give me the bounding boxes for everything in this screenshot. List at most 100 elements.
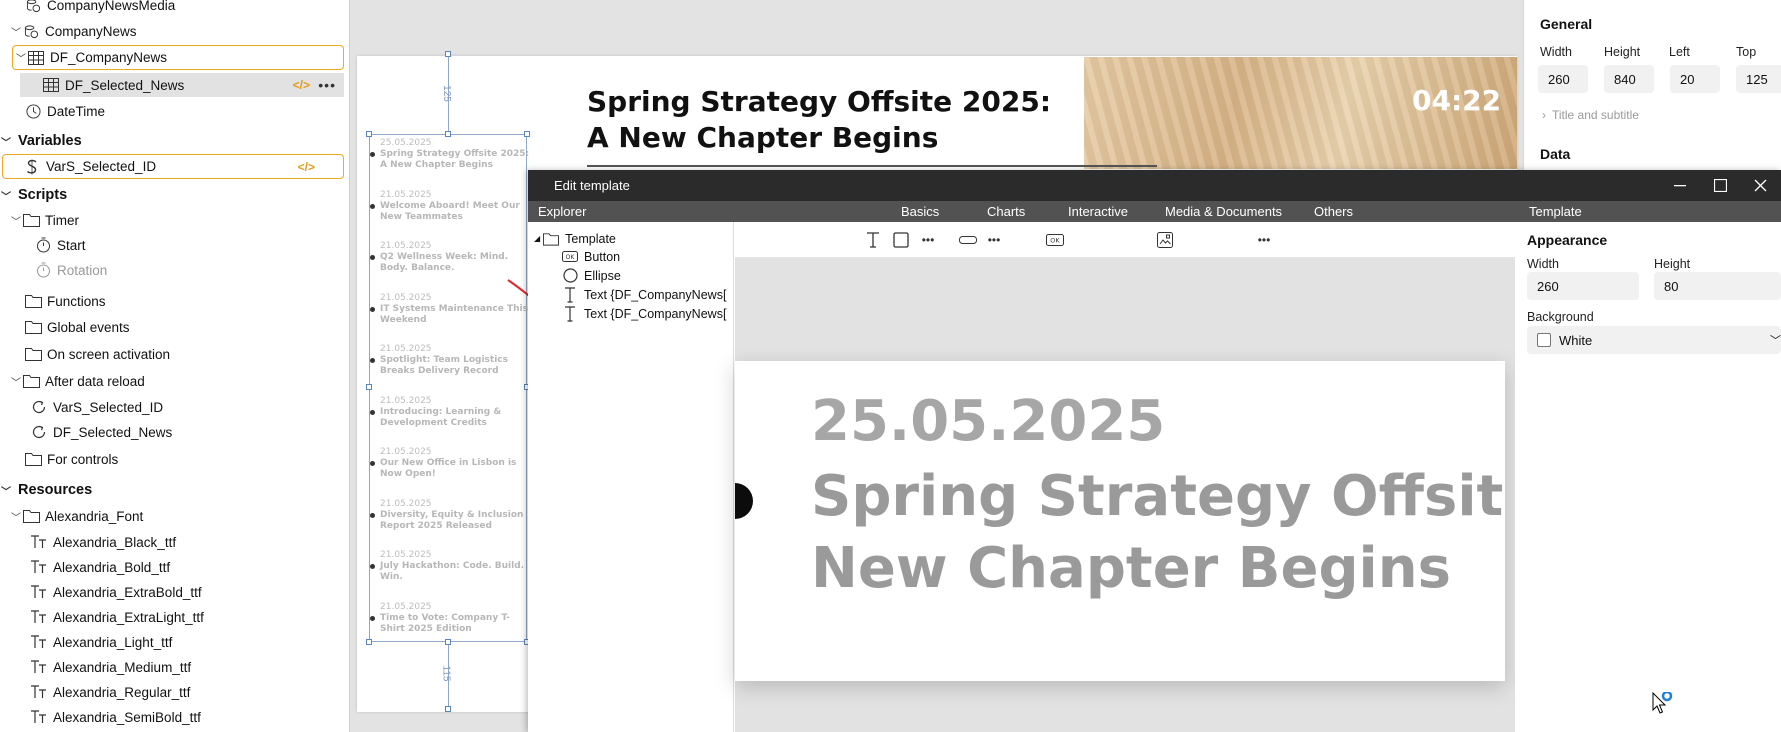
template-title-text[interactable]: Spring Strategy Offsite New Chapter Begi… xyxy=(811,461,1505,605)
tree-item-vars-selected-id[interactable]: VarS_Selected_ID </> xyxy=(2,154,344,179)
left-field[interactable]: 20 xyxy=(1670,65,1720,93)
chevron-down-icon[interactable]: ﹀ xyxy=(10,374,22,389)
news-item[interactable]: 21.05.2025 Spotlight: Team Logistics Brea… xyxy=(380,344,530,377)
tab-charts[interactable]: Charts xyxy=(987,204,1025,219)
tab-template[interactable]: Template xyxy=(1515,201,1781,222)
tree-item-on-screen-activation[interactable]: On screen activation xyxy=(0,342,348,366)
resources-section-header[interactable]: ﹀ Resources xyxy=(0,478,348,502)
news-item[interactable]: 21.05.2025 July Hackathon: Code. Build. W… xyxy=(380,550,530,583)
tree-item-vars-selected-id-script[interactable]: VarS_Selected_ID xyxy=(0,395,348,419)
tree-item-font[interactable]: Alexandria_Black_ttf xyxy=(0,530,348,554)
explorer-template-root[interactable]: ◢ Template xyxy=(534,229,616,248)
clock-text[interactable]: 04:22 xyxy=(1412,84,1501,117)
tree-item-companynewsmedia[interactable]: CompanyNewsMedia xyxy=(0,0,348,17)
chevron-down-icon[interactable]: ﹀ xyxy=(0,134,12,149)
title-subtitle-toggle[interactable]: › Title and subtitle xyxy=(1542,108,1639,122)
code-icon[interactable]: </> xyxy=(298,160,315,174)
news-item[interactable]: 25.05.2025 Spring Strategy Offsite 2025: … xyxy=(380,138,530,171)
tree-item-df-selected-news[interactable]: DF_Selected_News </> ••• xyxy=(20,73,344,97)
template-work-area[interactable]: 25.05.2025 Spring Strategy Offsite New C… xyxy=(735,258,1515,732)
tree-item-label: Alexandria_Black_ttf xyxy=(53,534,177,550)
tab-explorer[interactable]: Explorer xyxy=(538,204,586,219)
text-tool-icon[interactable] xyxy=(864,231,882,249)
chevron-down-icon[interactable]: ﹀ xyxy=(10,509,22,524)
tree-item-df-companynews[interactable]: ﹀ DF_CompanyNews xyxy=(12,45,344,70)
tree-item-font[interactable]: Alexandria_Light_ttf xyxy=(0,630,348,654)
more-charts-icon[interactable]: ••• xyxy=(985,231,1003,249)
code-icon[interactable]: </> xyxy=(293,78,310,92)
tree-item-timer[interactable]: ﹀ Timer xyxy=(0,208,348,232)
minimize-button[interactable] xyxy=(1660,170,1700,201)
chevron-down-icon[interactable]: ﹀ xyxy=(15,50,27,65)
resize-handle[interactable] xyxy=(445,639,451,645)
template-preview[interactable]: 25.05.2025 Spring Strategy Offsite New C… xyxy=(735,361,1505,681)
scripts-section-header[interactable]: ﹀ Scripts xyxy=(0,183,348,207)
resize-handle[interactable] xyxy=(524,131,530,137)
tree-item-datetime[interactable]: DateTime xyxy=(0,99,348,123)
collapse-triangle-icon[interactable]: ◢ xyxy=(534,234,540,243)
tab-others[interactable]: Others xyxy=(1314,204,1353,219)
background-select[interactable]: White ﹀ xyxy=(1527,326,1781,354)
tree-item-after-data-reload[interactable]: ﹀ After data reload xyxy=(0,369,348,393)
dialog-titlebar[interactable]: Edit template xyxy=(528,170,1781,201)
button-tool-icon[interactable]: OK xyxy=(1046,231,1064,249)
tree-item-font[interactable]: Alexandria_ExtraLight_ttf xyxy=(0,605,348,629)
template-height-field[interactable]: 80 xyxy=(1654,272,1781,300)
chart-tool-icon[interactable] xyxy=(959,231,977,249)
news-item[interactable]: 21.05.2025 Our New Office in Lisbon is No… xyxy=(380,447,530,480)
image-tool-icon[interactable] xyxy=(1156,231,1174,249)
rectangle-tool-icon[interactable] xyxy=(892,231,910,249)
news-date: 21.05.2025 xyxy=(380,395,432,406)
tab-basics[interactable]: Basics xyxy=(901,204,939,219)
maximize-button[interactable] xyxy=(1700,170,1740,201)
template-ellipse[interactable] xyxy=(735,483,753,519)
tree-item-functions[interactable]: Functions xyxy=(0,289,348,313)
explorer-item-text-1[interactable]: Text {DF_CompanyNews[ xyxy=(562,285,726,304)
variables-section-header[interactable]: ﹀ Variables xyxy=(0,129,348,153)
chevron-down-icon[interactable]: ﹀ xyxy=(0,188,12,203)
news-item[interactable]: 21.05.2025 Diversity, Equity & Inclusion … xyxy=(380,499,530,532)
top-field[interactable]: 125 xyxy=(1736,65,1781,93)
resize-handle[interactable] xyxy=(366,384,372,390)
resize-handle[interactable] xyxy=(366,639,372,645)
tree-item-font[interactable]: Alexandria_ExtraBold_ttf xyxy=(0,580,348,604)
tree-item-alexandria-font[interactable]: ﹀ Alexandria_Font xyxy=(0,504,348,528)
chevron-down-icon[interactable]: ﹀ xyxy=(10,24,22,39)
more-basics-icon[interactable]: ••• xyxy=(919,231,937,249)
font-icon xyxy=(30,683,48,701)
tab-interactive[interactable]: Interactive xyxy=(1068,204,1128,219)
more-options-icon[interactable]: ••• xyxy=(318,77,336,93)
resize-handle[interactable] xyxy=(445,131,451,137)
tree-item-font[interactable]: Alexandria_Medium_ttf xyxy=(0,655,348,679)
news-item[interactable]: 21.05.2025 Time to Vote: Company T-Shirt … xyxy=(380,602,530,635)
resize-handle[interactable] xyxy=(445,51,451,57)
more-others-icon[interactable]: ••• xyxy=(1255,231,1273,249)
width-field[interactable]: 260 xyxy=(1538,65,1588,93)
tree-item-companynews[interactable]: ﹀ CompanyNews xyxy=(0,19,348,43)
tree-item-font[interactable]: Alexandria_Bold_ttf xyxy=(0,555,348,579)
tree-item-rotation[interactable]: Rotation xyxy=(0,258,348,282)
resize-handle[interactable] xyxy=(366,131,372,137)
news-item[interactable]: 21.05.2025 Introducing: Learning & Develo… xyxy=(380,396,530,429)
tree-item-font[interactable]: Alexandria_SemiBold_ttf xyxy=(0,705,348,729)
template-date-text[interactable]: 25.05.2025 xyxy=(811,389,1165,454)
resize-handle[interactable] xyxy=(445,706,451,712)
close-button[interactable] xyxy=(1740,170,1780,201)
chevron-down-icon[interactable]: ﹀ xyxy=(0,483,12,498)
template-width-field[interactable]: 260 xyxy=(1527,272,1639,300)
height-field[interactable]: 840 xyxy=(1604,65,1654,93)
tree-item-df-selected-news-script[interactable]: DF_Selected_News xyxy=(0,420,348,444)
news-item[interactable]: 21.05.2025 Welcome Aboard! Meet Our New T… xyxy=(380,190,530,223)
tree-item-start[interactable]: Start xyxy=(0,233,348,257)
tab-media-documents[interactable]: Media & Documents xyxy=(1165,204,1282,219)
tree-item-for-controls[interactable]: For controls xyxy=(0,447,348,471)
explorer-item-ellipse[interactable]: Ellipse xyxy=(562,266,621,285)
top-label: Top xyxy=(1736,45,1757,59)
chevron-down-icon[interactable]: ﹀ xyxy=(10,213,22,228)
news-item[interactable]: 21.05.2025 Q2 Wellness Week: Mind. Body. … xyxy=(380,241,530,274)
tree-item-global-events[interactable]: Global events xyxy=(0,315,348,339)
tree-item-font[interactable]: Alexandria_Regular_ttf xyxy=(0,680,348,704)
explorer-item-text-2[interactable]: Text {DF_CompanyNews[ xyxy=(562,304,726,323)
headline-text[interactable]: Spring Strategy Offsite 2025: A New Chap… xyxy=(587,84,1067,156)
explorer-item-button[interactable]: OK Button xyxy=(562,247,620,266)
